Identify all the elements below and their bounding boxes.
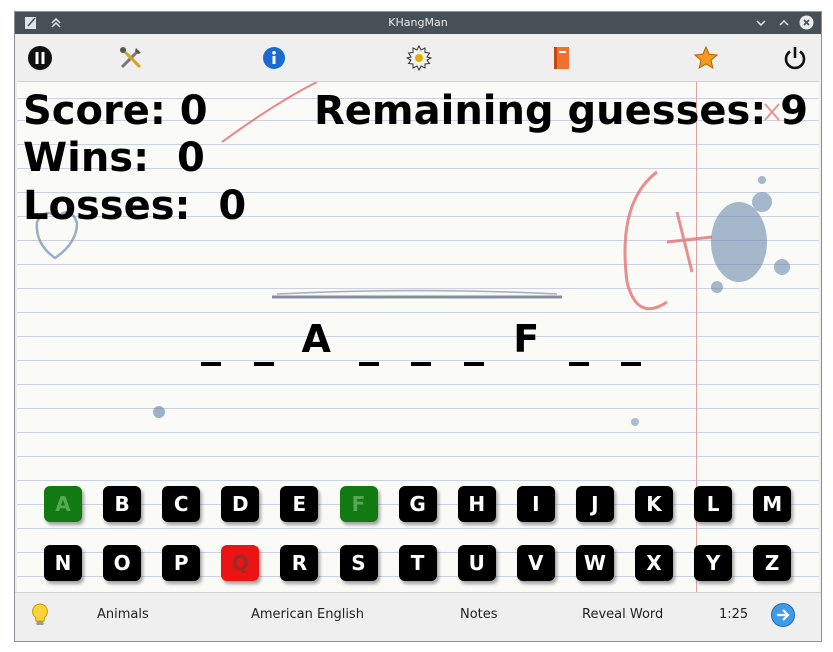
letter-key-l[interactable]: L [694,486,733,522]
word-letter-slot [238,317,291,377]
word-letter-slot [553,317,606,377]
toolbar [15,34,821,81]
hint-button[interactable] [29,602,51,632]
remaining-guesses-value: 9 [780,88,809,134]
word-letter-slot [343,317,396,377]
blank-underscore [568,362,589,366]
new-game-button[interactable] [405,44,433,72]
reveal-word-button[interactable]: Reveal Word [582,607,663,622]
hidden-word: AF [185,317,658,377]
blank-underscore [201,362,221,366]
letter-key-y[interactable]: Y [694,545,733,581]
blank-underscore [253,362,274,366]
lightbulb-icon [32,603,48,625]
letter-key-w[interactable]: W [575,545,614,581]
word-letter-slot [605,317,658,377]
window-title: KHangMan [388,16,448,29]
letter-key-v[interactable]: V [516,545,555,581]
title-bar: KHangMan [15,12,821,34]
losses-value: 0 [218,183,247,229]
pause-button[interactable] [26,44,54,72]
score-label: Score: [23,88,166,134]
book-icon [554,47,569,69]
score-value: 0 [179,88,208,134]
word-letter-slot: F [500,317,553,377]
settings-tools-icon [120,47,142,69]
remaining-guesses-label: Remaining guesses: [314,88,767,134]
letter-key-z[interactable]: Z [753,545,792,581]
category-selector[interactable]: Animals [97,607,149,622]
revealed-letter: A [301,317,331,361]
word-letter-slot [185,317,238,377]
info-icon [263,47,285,69]
letter-key-h[interactable]: H [457,486,496,522]
letter-key-q[interactable]: Q [221,545,260,581]
power-icon [784,47,806,70]
letter-key-i[interactable]: I [516,486,555,522]
arrow-right-circle-icon [771,603,795,627]
close-icon[interactable] [799,15,814,30]
blank-underscore [411,362,431,366]
timer: 1:25 [719,607,749,622]
letter-key-p[interactable]: P [162,545,201,581]
blank-underscore [463,362,484,366]
status-bar: Animals American English Notes Reveal Wo… [15,592,821,641]
letter-key-x[interactable]: X [635,545,673,581]
letter-key-e[interactable]: E [280,486,319,522]
letter-key-o[interactable]: O [103,545,142,581]
remaining-guesses-display: Remaining guesses: 9 [314,88,808,134]
losses-label: Losses: [23,183,191,229]
wins-value: 0 [176,135,205,181]
letter-key-c[interactable]: C [162,486,201,522]
letter-key-f[interactable]: F [339,486,378,522]
blank-underscore [621,362,641,366]
maximize-icon[interactable] [776,15,791,30]
dictionary-button[interactable] [548,44,576,72]
main-window: KHangMan Score: 0 Remaining guesses: 9 W… [14,11,822,642]
letter-key-g[interactable]: G [398,486,437,522]
game-board: Score: 0 Remaining guesses: 9 Wins: 0 Lo… [17,81,819,592]
letter-key-j[interactable]: J [575,486,614,522]
letter-key-d[interactable]: D [221,486,260,522]
letter-key-n[interactable]: N [44,545,82,581]
wins-label: Wins: [23,135,150,181]
word-letter-slot: A [290,317,343,377]
letter-key-r[interactable]: R [280,545,319,581]
letter-key-t[interactable]: T [398,545,437,581]
word-letter-slot [395,317,448,377]
next-word-button[interactable] [770,602,796,632]
language-selector[interactable]: American English [251,607,364,622]
letter-key-k[interactable]: K [635,486,673,522]
settings-button[interactable] [117,44,145,72]
letter-key-a[interactable]: A [44,486,82,522]
revealed-letter: F [513,317,540,361]
blank-underscore [358,362,379,366]
minimize-icon[interactable] [753,15,768,30]
letter-key-b[interactable]: B [103,486,142,522]
word-letter-slot [448,317,501,377]
new-game-icon [406,45,432,71]
highscores-button[interactable] [692,44,720,72]
losses-display: Losses: 0 [23,183,246,229]
star-icon [693,45,719,70]
theme-selector[interactable]: Notes [460,607,498,622]
score-display: Score: 0 [23,88,208,134]
letter-key-u[interactable]: U [457,545,496,581]
about-button[interactable] [260,44,288,72]
wins-display: Wins: 0 [23,135,205,181]
pause-icon [28,46,52,70]
letter-key-m[interactable]: M [753,486,792,522]
letter-key-s[interactable]: S [339,545,378,581]
quit-button[interactable] [781,44,809,72]
